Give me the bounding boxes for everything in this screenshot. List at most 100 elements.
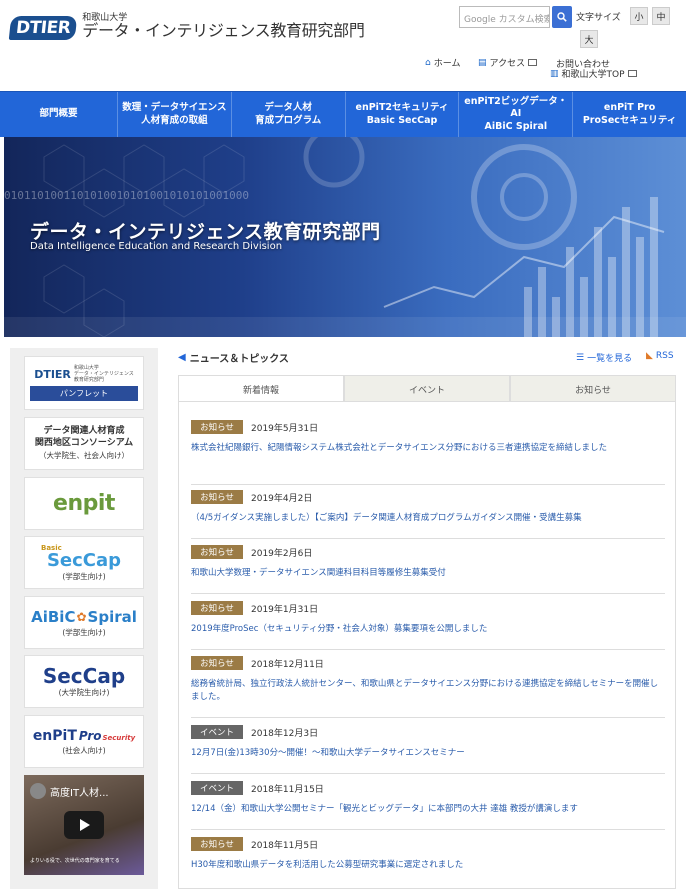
enpit-logo: enpit [53, 491, 115, 516]
enpit-banner[interactable]: enpit [24, 477, 144, 530]
seccap-banner[interactable]: SecCap (大学院生向け) [24, 655, 144, 708]
search-button[interactable] [552, 6, 572, 28]
nav-item-seccap[interactable]: enPiT2セキュリティ Basic SecCap [346, 92, 460, 137]
tab-notices[interactable]: お知らせ [510, 375, 676, 402]
nav-item-datascience[interactable]: 数理・データサイエンス人材育成の取組 [118, 92, 232, 137]
nav-item-aibic[interactable]: enPiT2ビッグデータ・AI AiBiC Spiral [459, 92, 574, 137]
aibic-logo: AiBiC ✿ Spiral [31, 607, 137, 626]
divider [191, 593, 665, 594]
divider [191, 717, 665, 718]
news-date: 2018年12月3日 [251, 728, 319, 739]
news-title-link[interactable]: 2019年度ProSec（セキュリティ分野・社会人対象）募集要項を公開しました [191, 623, 665, 636]
video-thumbnail[interactable]: 高度IT人材... よりいる役で、次世代の専門家を育てる [24, 775, 144, 875]
flower-icon: ✿ [76, 609, 87, 624]
list-item: イベント 2018年12月3日 12月7日(金)13時30分～開催！～和歌山大学デ… [191, 725, 665, 760]
category-badge: お知らせ [191, 656, 243, 670]
list-item: お知らせ 2019年5月31日 株式会社紀陽銀行、紀陽情報システム株式会社とデータ… [191, 420, 665, 455]
site-logo[interactable]: DTIER 和歌山大学 データ・インテリジェンス教育研究部門 [8, 13, 365, 41]
category-badge: お知らせ [191, 601, 243, 615]
font-size-small-button[interactable]: 小 [630, 7, 648, 25]
category-badge: お知らせ [191, 545, 243, 559]
external-link-icon [627, 70, 637, 77]
news-date: 2019年4月2日 [251, 493, 313, 504]
hero-banner: 0101101001101010010101001010101001000 デー… [4, 137, 686, 337]
enpit-pro-banner[interactable]: enPiT Pro Security (社会人向け) [24, 715, 144, 768]
sidebar: DTIER 和歌山大学 データ・インテリジェンス 教育研究部門 パンフレット デ… [10, 348, 158, 889]
avatar [30, 783, 46, 799]
font-size-label: 文字サイズ [576, 13, 621, 23]
video-title: 高度IT人材... [50, 787, 109, 799]
news-title-link[interactable]: 株式会社紀陽銀行、紀陽情報システム株式会社とデータサイエンス分野における三者連携… [191, 442, 665, 455]
news-title-link[interactable]: H30年度和歌山県データを利活用した公募型研究事業に選定されました [191, 859, 665, 872]
category-badge: お知らせ [191, 420, 243, 434]
list-item: お知らせ 2019年1月31日 2019年度ProSec（セキュリティ分野・社会人… [191, 601, 665, 636]
hero-title: データ・インテリジェンス教育研究部門 [30, 221, 381, 243]
news-date: 2019年2月6日 [251, 548, 313, 559]
news-tabs: 新着情報 イベント お知らせ [178, 375, 676, 402]
list-icon: ☰ [576, 352, 585, 363]
category-badge: お知らせ [191, 490, 243, 504]
pamphlet-banner[interactable]: DTIER 和歌山大学 データ・インテリジェンス 教育研究部門 パンフレット [24, 356, 144, 410]
division-name: データ・インテリジェンス教育研究部門 [82, 21, 365, 41]
consortium-banner[interactable]: データ関連人材育成 関西地区コンソーシアム （大学院生、社会人向け） [24, 417, 144, 470]
news-heading: ◀ ニュース＆トピックス [178, 352, 289, 365]
font-size-large-button[interactable]: 大 [580, 30, 598, 48]
site-header: DTIER 和歌山大学 データ・インテリジェンス教育研究部門 Google カス… [0, 0, 686, 91]
basic-seccap-logo: SecCap [46, 549, 122, 571]
divider [191, 829, 665, 830]
news-list-link[interactable]: ☰ 一覧を見る [576, 351, 632, 365]
rss-icon: ◣ [646, 351, 653, 361]
list-item: お知らせ 2018年12月11日 総務省統計局、独立行政法人統計センター、和歌山県… [191, 656, 665, 704]
news-date: 2018年11月15日 [251, 784, 324, 795]
category-badge: イベント [191, 781, 243, 795]
news-title-link[interactable]: 12月7日(金)13時30分～開催！～和歌山大学データサイエンスセミナー [191, 747, 665, 760]
list-item: お知らせ 2019年4月2日 （4/5ガイダンス実施しました）【ご案内】データ関連… [191, 490, 665, 525]
play-button[interactable] [64, 811, 104, 839]
access-link[interactable]: ▤ アクセス [478, 56, 538, 69]
news-title-link[interactable]: 和歌山大学数理・データサイエンス関連科目科目等履修生募集受付 [191, 567, 665, 580]
news-list: お知らせ 2019年5月31日 株式会社紀陽銀行、紀陽情報システム株式会社とデータ… [178, 401, 676, 889]
building-icon: ▥ [550, 68, 559, 79]
news-title-link[interactable]: 総務省統計局、独立行政法人統計センター、和歌山県とデータサイエンス分野における連… [191, 678, 665, 704]
list-item: お知らせ 2019年2月6日 和歌山大学数理・データサイエンス関連科目科目等履修生… [191, 545, 665, 580]
external-link-icon [528, 59, 538, 66]
nav-item-overview[interactable]: 部門概要 [0, 92, 118, 137]
seccap-logo: SecCap [42, 663, 126, 688]
news-date: 2019年5月31日 [251, 423, 319, 434]
tab-latest[interactable]: 新着情報 [178, 375, 344, 402]
hero-subtitle: Data Intelligence Education and Research… [30, 241, 283, 252]
basic-seccap-banner[interactable]: Basic SecCap (学部生向け) [24, 536, 144, 589]
home-icon: ⌂ [425, 57, 431, 68]
document-icon: ▤ [478, 57, 487, 68]
enpit-pro-logo: enPiT Pro Security [32, 727, 136, 744]
university-top-link[interactable]: ▥ 和歌山大学TOP [550, 67, 637, 80]
news-title-link[interactable]: （4/5ガイダンス実施しました）【ご案内】データ関連人材育成プログラムガイダンス… [191, 512, 665, 525]
list-item: イベント 2018年11月15日 12/14（金）和歌山大学公開セミナー「観光とビ… [191, 781, 665, 816]
rss-link[interactable]: ◣ RSS [646, 351, 674, 361]
play-icon [80, 819, 90, 831]
font-size-medium-button[interactable]: 中 [652, 7, 670, 25]
global-navigation: 部門概要 数理・データサイエンス人材育成の取組 データ人材 育成プログラム en… [0, 91, 686, 137]
nav-item-data-program[interactable]: データ人材 育成プログラム [232, 92, 346, 137]
aibic-spiral-banner[interactable]: AiBiC ✿ Spiral (学部生向け) [24, 596, 144, 649]
divider [191, 649, 665, 650]
megaphone-icon: ◀ [178, 352, 186, 363]
news-title-link[interactable]: 12/14（金）和歌山大学公開セミナー「観光とビッグデータ」に本部門の大井 達雄… [191, 803, 665, 816]
hero-binary-text: 0101101001101010010101001010101001000 [4, 189, 250, 202]
home-link[interactable]: ⌂ ホーム [425, 56, 460, 70]
nav-item-prosec[interactable]: enPiT Pro ProSecセキュリティ [573, 92, 686, 137]
dtier-logo-mark: DTIER [8, 16, 78, 41]
tab-events[interactable]: イベント [344, 375, 510, 402]
category-badge: お知らせ [191, 837, 243, 851]
divider [191, 538, 665, 539]
divider [191, 484, 665, 485]
divider [191, 773, 665, 774]
pamphlet-button: パンフレット [30, 386, 138, 401]
news-date: 2019年1月31日 [251, 604, 319, 615]
search-icon [557, 12, 567, 22]
news-date: 2018年12月11日 [251, 659, 324, 670]
category-badge: イベント [191, 725, 243, 739]
video-caption: よりいる役で、次世代の専門家を育てる [30, 858, 120, 864]
search-input[interactable]: Google カスタム検索 [459, 6, 550, 28]
news-date: 2018年11月5日 [251, 840, 319, 851]
